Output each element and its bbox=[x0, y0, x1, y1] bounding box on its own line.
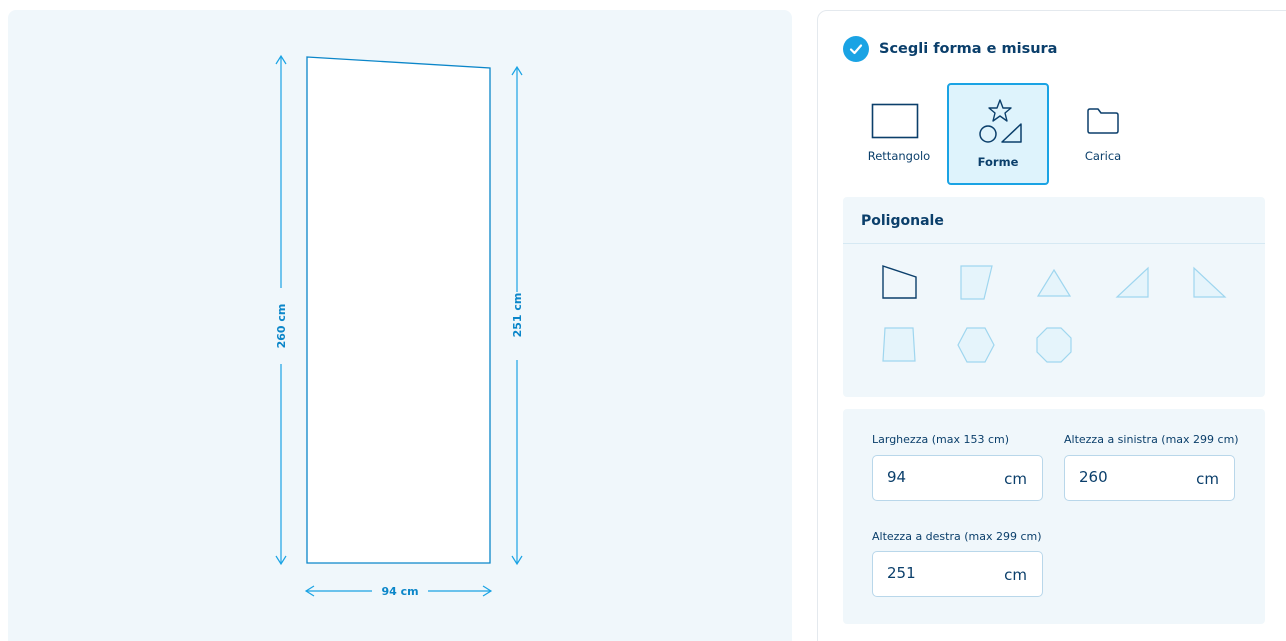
tab-rettangolo[interactable]: Rettangolo bbox=[848, 83, 950, 185]
step-header: Scegli forma e misura bbox=[843, 36, 1057, 62]
shape-octagon[interactable] bbox=[1034, 325, 1074, 365]
rectangle-icon bbox=[871, 103, 919, 139]
shape-trapezoid[interactable] bbox=[880, 325, 920, 365]
width-input[interactable] bbox=[887, 468, 987, 486]
shapes-icon bbox=[979, 99, 1022, 143]
right-height-label: 251 cm bbox=[511, 293, 524, 338]
shape-hexagon[interactable] bbox=[956, 325, 996, 365]
width-field-label: Larghezza (max 153 cm) bbox=[872, 433, 1010, 446]
left-height-field-label: Altezza a sinistra (max 299 cm) bbox=[1064, 433, 1239, 446]
right-height-input[interactable] bbox=[887, 564, 987, 582]
left-height-field[interactable]: cm bbox=[1064, 455, 1235, 501]
left-height-input[interactable] bbox=[1079, 468, 1179, 486]
shape-parallelogram[interactable] bbox=[956, 263, 996, 303]
tab-carica[interactable]: Carica bbox=[1052, 83, 1154, 185]
polygon-section-title: Poligonale bbox=[861, 213, 944, 229]
width-unit: cm bbox=[1004, 470, 1027, 488]
shape-right-triangle-left[interactable] bbox=[1113, 263, 1153, 303]
check-circle-icon bbox=[843, 36, 869, 62]
shape-right-triangle-right[interactable] bbox=[1190, 263, 1230, 303]
polygon-shapes-section: Poligonale bbox=[843, 197, 1265, 397]
shape-type-tabs: Rettangolo Forme Carica bbox=[848, 83, 1148, 187]
shape-preview-drawing: 260 cm 251 cm 94 cm bbox=[275, 54, 524, 598]
tab-carica-label: Carica bbox=[1084, 149, 1122, 163]
divider bbox=[843, 243, 1265, 244]
tab-forme[interactable]: Forme bbox=[947, 83, 1049, 185]
right-height-field[interactable]: cm bbox=[872, 551, 1043, 597]
left-height-unit: cm bbox=[1196, 470, 1219, 488]
folder-icon bbox=[1087, 108, 1119, 134]
shape-triangle[interactable] bbox=[1034, 263, 1074, 303]
left-height-label: 260 cm bbox=[275, 304, 288, 349]
right-height-field-label: Altezza a destra (max 299 cm) bbox=[872, 530, 1042, 543]
step-title: Scegli forma e misura bbox=[879, 41, 1058, 57]
width-label: 94 cm bbox=[381, 585, 418, 598]
right-height-unit: cm bbox=[1004, 566, 1027, 584]
shape-trapezoid-right-slant[interactable] bbox=[880, 263, 920, 303]
tab-rettangolo-label: Rettangolo bbox=[867, 149, 931, 163]
tab-forme-label: Forme bbox=[977, 155, 1019, 169]
shape-preview-panel: 260 cm 251 cm 94 cm bbox=[8, 10, 792, 641]
width-field[interactable]: cm bbox=[872, 455, 1043, 501]
configuration-panel: Scegli forma e misura Rettangolo Forme C… bbox=[817, 10, 1286, 641]
shape-outline bbox=[306, 56, 491, 564]
dimensions-section: Larghezza (max 153 cm) cm Altezza a sini… bbox=[843, 409, 1265, 624]
